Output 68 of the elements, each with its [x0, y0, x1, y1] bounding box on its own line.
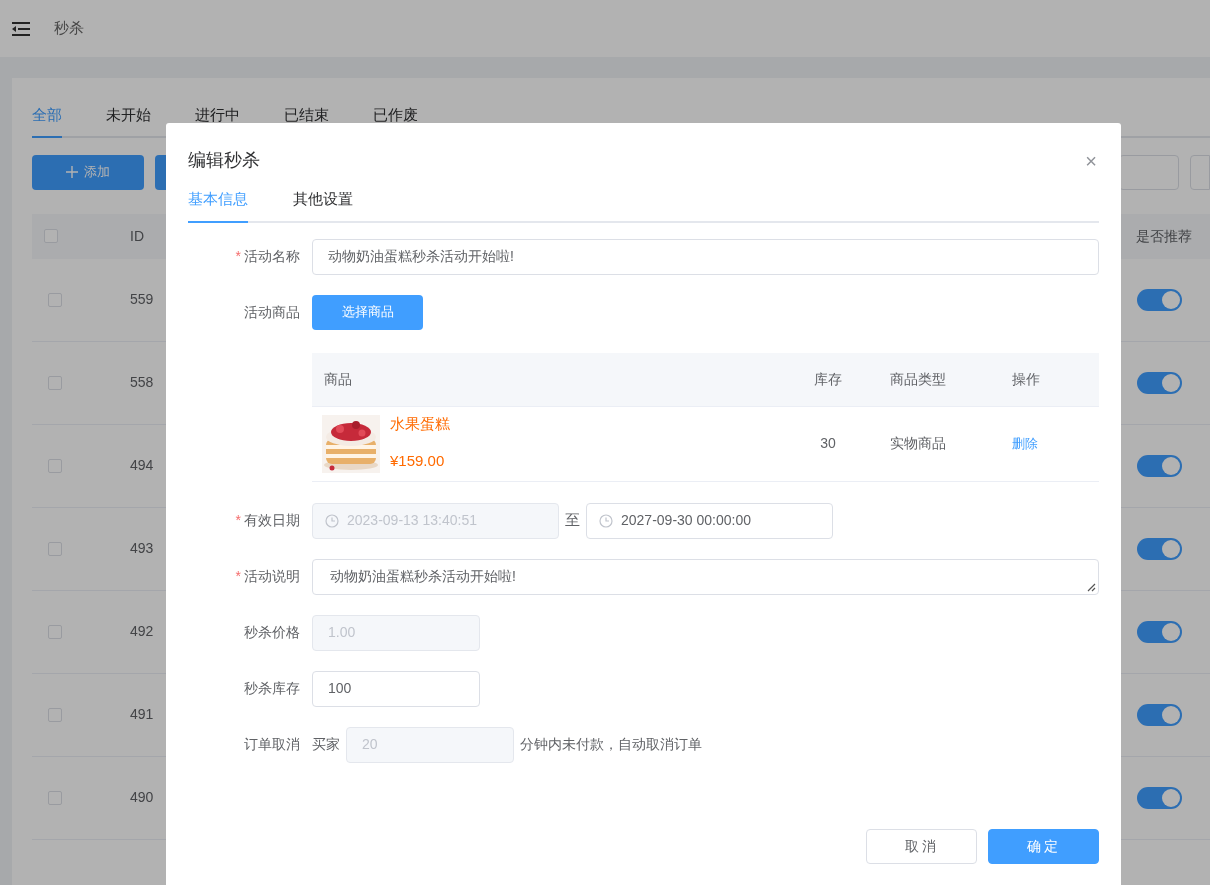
toggle-switch[interactable]: [1137, 288, 1182, 311]
field-label: 秒杀库存: [244, 679, 300, 698]
product-price: ¥159.00: [390, 451, 446, 471]
required-mark: *: [235, 247, 241, 266]
tab[interactable]: 全部: [32, 104, 62, 138]
checkbox[interactable]: [44, 229, 58, 243]
checkbox[interactable]: [48, 458, 62, 473]
date-field[interactable]: 2027-09-30 00:00:00: [586, 502, 833, 539]
separator-text: 至: [565, 510, 580, 531]
checkbox[interactable]: [48, 790, 62, 805]
tab[interactable]: 基本信息: [188, 188, 248, 223]
product-name[interactable]: 水果蛋糕: [390, 412, 450, 435]
clock-icon: [325, 513, 339, 528]
text-field[interactable]: 动物奶油蛋糕秒杀活动开始啦!: [312, 238, 1099, 275]
checkbox[interactable]: [48, 707, 62, 722]
cancel-button[interactable]: 取消: [866, 828, 977, 864]
checkbox[interactable]: [48, 624, 62, 639]
clock-icon: [599, 513, 613, 528]
checkbox[interactable]: [48, 375, 62, 390]
page-title: 秒杀: [54, 18, 84, 39]
close-button[interactable]: ×: [1085, 150, 1097, 171]
checkbox[interactable]: [48, 541, 62, 556]
field-prefix: 买家: [312, 735, 340, 754]
table-cell-text: 559: [130, 290, 155, 309]
field-label: 秒杀价格: [244, 623, 300, 642]
toggle-switch[interactable]: [1137, 786, 1182, 809]
select-product-button[interactable]: 选择商品: [312, 294, 423, 330]
checkbox[interactable]: [48, 292, 62, 307]
table-cell-text: 493: [130, 539, 155, 558]
toggle-switch[interactable]: [1137, 371, 1182, 394]
toggle-switch[interactable]: [1137, 620, 1182, 643]
table-cell-text: 492: [130, 622, 155, 641]
required-mark: *: [235, 567, 241, 586]
table-cell-text: 490: [130, 788, 155, 807]
field-label: 活动商品: [244, 303, 300, 322]
table-cell-text: 494: [130, 456, 155, 475]
field-label: 有效日期: [244, 511, 300, 530]
field-label: 活动名称: [244, 247, 300, 266]
column-header: 是否推荐: [1136, 226, 1192, 246]
resize-handle-icon[interactable]: [1087, 582, 1096, 592]
tab[interactable]: 其他设置: [293, 188, 353, 223]
plus-icon: [66, 166, 78, 178]
field-label: 活动说明: [244, 567, 300, 586]
search-field[interactable]: [1119, 154, 1179, 190]
filter-field[interactable]: [1190, 154, 1210, 190]
column-header: 商品: [323, 369, 353, 389]
delete-link[interactable]: 删除: [1012, 436, 1038, 451]
toggle-switch[interactable]: [1137, 454, 1182, 477]
table-cell-text: 491: [130, 705, 155, 724]
column-header: ID: [130, 226, 144, 246]
tab[interactable]: 未开始: [106, 104, 151, 138]
confirm-button[interactable]: 确定: [988, 828, 1099, 864]
text-field[interactable]: 100: [312, 670, 480, 707]
field-suffix: 分钟内未付款，自动取消订单: [520, 735, 702, 754]
table-cell-text: 558: [130, 373, 155, 392]
dialog-title: 编辑秒杀: [188, 149, 260, 172]
table-cell-text: 30: [819, 434, 837, 453]
column-header: 操作: [1011, 369, 1041, 389]
toggle-switch[interactable]: [1137, 537, 1182, 560]
field-label: 订单取消: [244, 735, 300, 754]
column-header: 库存: [813, 369, 843, 389]
menu-icon[interactable]: [12, 21, 30, 36]
table-cell-text: 实物商品: [889, 434, 947, 453]
required-mark: *: [235, 511, 241, 530]
column-header: 商品类型: [889, 369, 947, 389]
add-button[interactable]: 添加: [32, 154, 144, 190]
toggle-switch[interactable]: [1137, 703, 1182, 726]
text-area[interactable]: 动物奶油蛋糕秒杀活动开始啦!: [312, 558, 1099, 595]
